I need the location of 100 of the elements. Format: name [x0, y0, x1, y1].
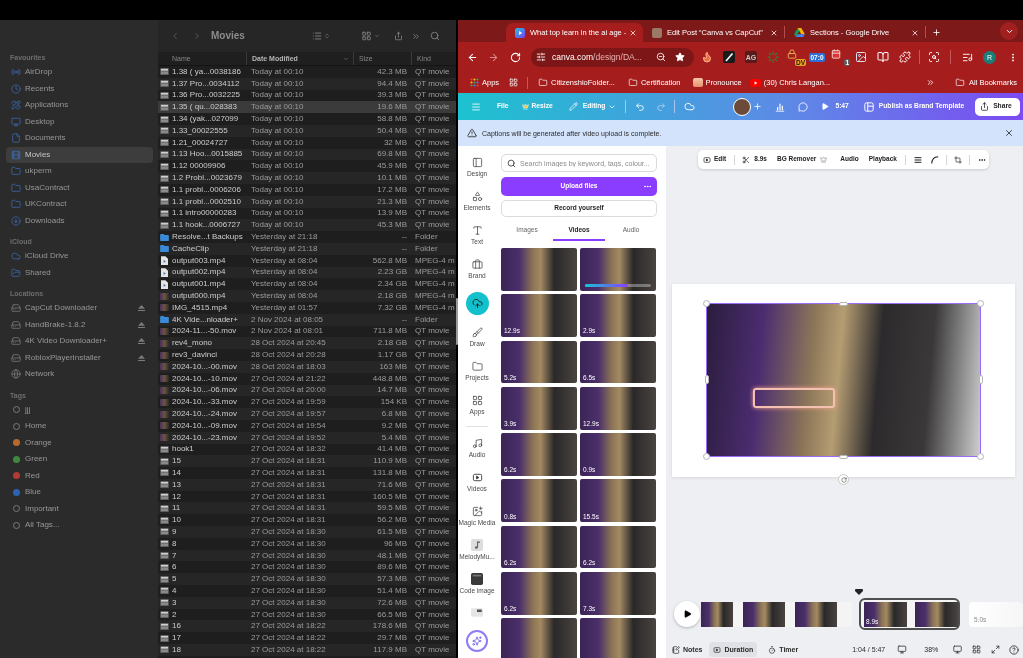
sidebar-item[interactable]: Movies: [6, 146, 153, 163]
grid-icon[interactable]: [509, 78, 519, 87]
eject-icon[interactable]: [138, 338, 145, 345]
star-icon[interactable]: [675, 52, 685, 62]
file-row[interactable]: 18 27 Oct 2024 at 18:22 117.9 MB QT movie: [158, 644, 456, 656]
sidebar-item[interactable]: Network: [6, 366, 153, 383]
eject-icon[interactable]: [138, 354, 145, 361]
sidebar-item[interactable]: UKContract: [6, 196, 153, 213]
corner-curve-icon[interactable]: [930, 155, 939, 164]
file-row[interactable]: 1.35 ( qu...028383 Today at 00:10 19.6 MB QT movie: [158, 101, 456, 114]
sidebar-item[interactable]: CapCut Downloader: [6, 300, 153, 317]
forward-icon[interactable]: [488, 51, 499, 63]
file-row[interactable]: 11 27 Oct 2024 at 18:31 59.5 MB QT movie: [158, 502, 456, 515]
share-icon[interactable]: [393, 31, 403, 41]
rotate-button[interactable]: [838, 474, 849, 485]
close-icon[interactable]: [911, 28, 919, 37]
sidebar-item[interactable]: AirDrop: [6, 64, 153, 81]
sidebar-item[interactable]: Orange: [6, 434, 153, 451]
file-row[interactable]: 2024-10...-24.mov 27 Oct 2024 at 19:57 6.8 MB QT movie: [158, 408, 456, 420]
resize-handle[interactable]: [703, 453, 710, 460]
file-row[interactable]: 9 27 Oct 2024 at 18:30 61.5 MB QT movie: [158, 526, 456, 538]
calendar-icon[interactable]: [831, 49, 841, 59]
puzzle-icon[interactable]: [899, 51, 911, 63]
close-icon[interactable]: [1004, 128, 1014, 138]
crop-icon[interactable]: [953, 155, 962, 164]
close-icon[interactable]: [770, 28, 778, 37]
resize-handle[interactable]: [978, 375, 983, 384]
lines-icon[interactable]: [913, 155, 922, 164]
sidebar-item[interactable]: Desktop: [6, 113, 153, 130]
monitor-icon[interactable]: [953, 645, 963, 654]
resize-handle[interactable]: [977, 300, 984, 307]
address-bar[interactable]: canva.com/design/DA...: [531, 47, 694, 67]
expand-icon[interactable]: [991, 645, 1001, 654]
music-list-icon[interactable]: [962, 51, 973, 63]
lens-icon[interactable]: [928, 51, 940, 63]
more-icon[interactable]: [643, 182, 652, 191]
site-settings-icon[interactable]: [536, 52, 546, 62]
more-bookmarks-icon[interactable]: [926, 78, 936, 87]
resize-handle[interactable]: [839, 301, 848, 306]
search-icon[interactable]: [429, 31, 440, 41]
book-icon[interactable]: [877, 51, 889, 63]
playhead-marker[interactable]: [855, 589, 863, 595]
file-row[interactable]: 1.1 hook...0006727 Today at 00:10 45.3 MB QT movie: [158, 219, 456, 232]
video-thumbnail[interactable]: [501, 618, 577, 658]
bar-chart-icon[interactable]: [775, 101, 786, 112]
sidebar-item[interactable]: iCloud Drive: [6, 248, 153, 265]
sidebar-item[interactable]: Red: [6, 467, 153, 484]
sidebar-item[interactable]: Downloads: [6, 212, 153, 229]
plus-icon[interactable]: [753, 102, 763, 111]
resize-handle[interactable]: [703, 300, 710, 307]
file-row[interactable]: 1.2 Probl...0023679 Today at 00:10 10.1 MB QT movie: [158, 172, 456, 184]
cloud-icon[interactable]: [684, 101, 696, 112]
sidebar-item[interactable]: All Tags...: [6, 517, 153, 534]
sidebar-item[interactable]: Applications: [6, 97, 153, 114]
grid-view-icon[interactable]: [360, 31, 372, 41]
sidebar-item[interactable]: HandBrake-1.8.2: [6, 316, 153, 333]
flame-icon[interactable]: [701, 51, 713, 63]
avatar[interactable]: [733, 97, 752, 116]
file-row[interactable]: 16 27 Oct 2024 at 18:22 178.6 MB QT movie: [158, 620, 456, 633]
assistant-button[interactable]: [466, 630, 488, 652]
sidebar-item[interactable]: Important: [6, 500, 153, 517]
resize-handle[interactable]: [704, 375, 709, 384]
help-icon[interactable]: [1009, 644, 1020, 655]
back-icon[interactable]: [467, 51, 478, 63]
sidebar-item[interactable]: 4K Video Downloader+: [6, 333, 153, 350]
close-icon[interactable]: [629, 28, 637, 37]
video-thumbnail[interactable]: [580, 248, 656, 291]
file-row[interactable]: 5 27 Oct 2024 at 18:30 57.3 MB QT movie: [158, 573, 456, 586]
monitor-icon[interactable]: [897, 645, 908, 654]
sidebar-item[interactable]: ukperm: [6, 163, 153, 180]
eject-icon[interactable]: [138, 321, 145, 328]
play-button[interactable]: [674, 601, 700, 627]
selected-video-placeholder[interactable]: [706, 303, 981, 457]
image-icon[interactable]: [855, 51, 867, 63]
new-tab-icon[interactable]: [932, 28, 941, 37]
file-row[interactable]: 15 27 Oct 2024 at 18:31 110.9 MB QT movie: [158, 455, 456, 468]
resize-handle[interactable]: [977, 453, 984, 460]
sidebar-item[interactable]: jjj: [6, 401, 153, 418]
sidebar-item[interactable]: RobloxPlayerInstaller: [6, 349, 153, 366]
reload-icon[interactable]: [510, 51, 521, 63]
sidebar-item[interactable]: UsaContract: [6, 179, 153, 196]
eject-icon[interactable]: [138, 305, 145, 312]
scrollbar-thumb[interactable]: [456, 298, 458, 345]
sidebar-item[interactable]: Shared: [6, 264, 153, 281]
comment-icon[interactable]: [798, 101, 809, 112]
file-row[interactable]: rev4_mono 28 Oct 2024 at 20:45 2.18 GB QT movie: [158, 337, 456, 350]
file-row[interactable]: output001.mp4 Yesterday at 08:04 2.34 GB MPEG-4 m: [158, 278, 456, 291]
more-chevrons-icon[interactable]: [410, 31, 421, 41]
zoom-out-icon[interactable]: [656, 52, 666, 62]
sidebar-item[interactable]: Home: [6, 418, 153, 435]
resize-handle[interactable]: [839, 454, 848, 459]
timeline-clip[interactable]: [701, 601, 852, 627]
sidebar-item[interactable]: Recents: [6, 80, 153, 97]
file-row[interactable]: output000.mp4 Yesterday at 08:04 2.18 GB MPEG-4 m: [158, 290, 456, 302]
sidebar-item[interactable]: Green: [6, 451, 153, 468]
video-thumbnail[interactable]: [501, 248, 577, 291]
slash-tile-icon[interactable]: [723, 51, 735, 63]
lock-icon[interactable]: [787, 49, 797, 59]
grid-icon[interactable]: [972, 645, 982, 654]
sidebar-item[interactable]: Blue: [6, 484, 153, 501]
